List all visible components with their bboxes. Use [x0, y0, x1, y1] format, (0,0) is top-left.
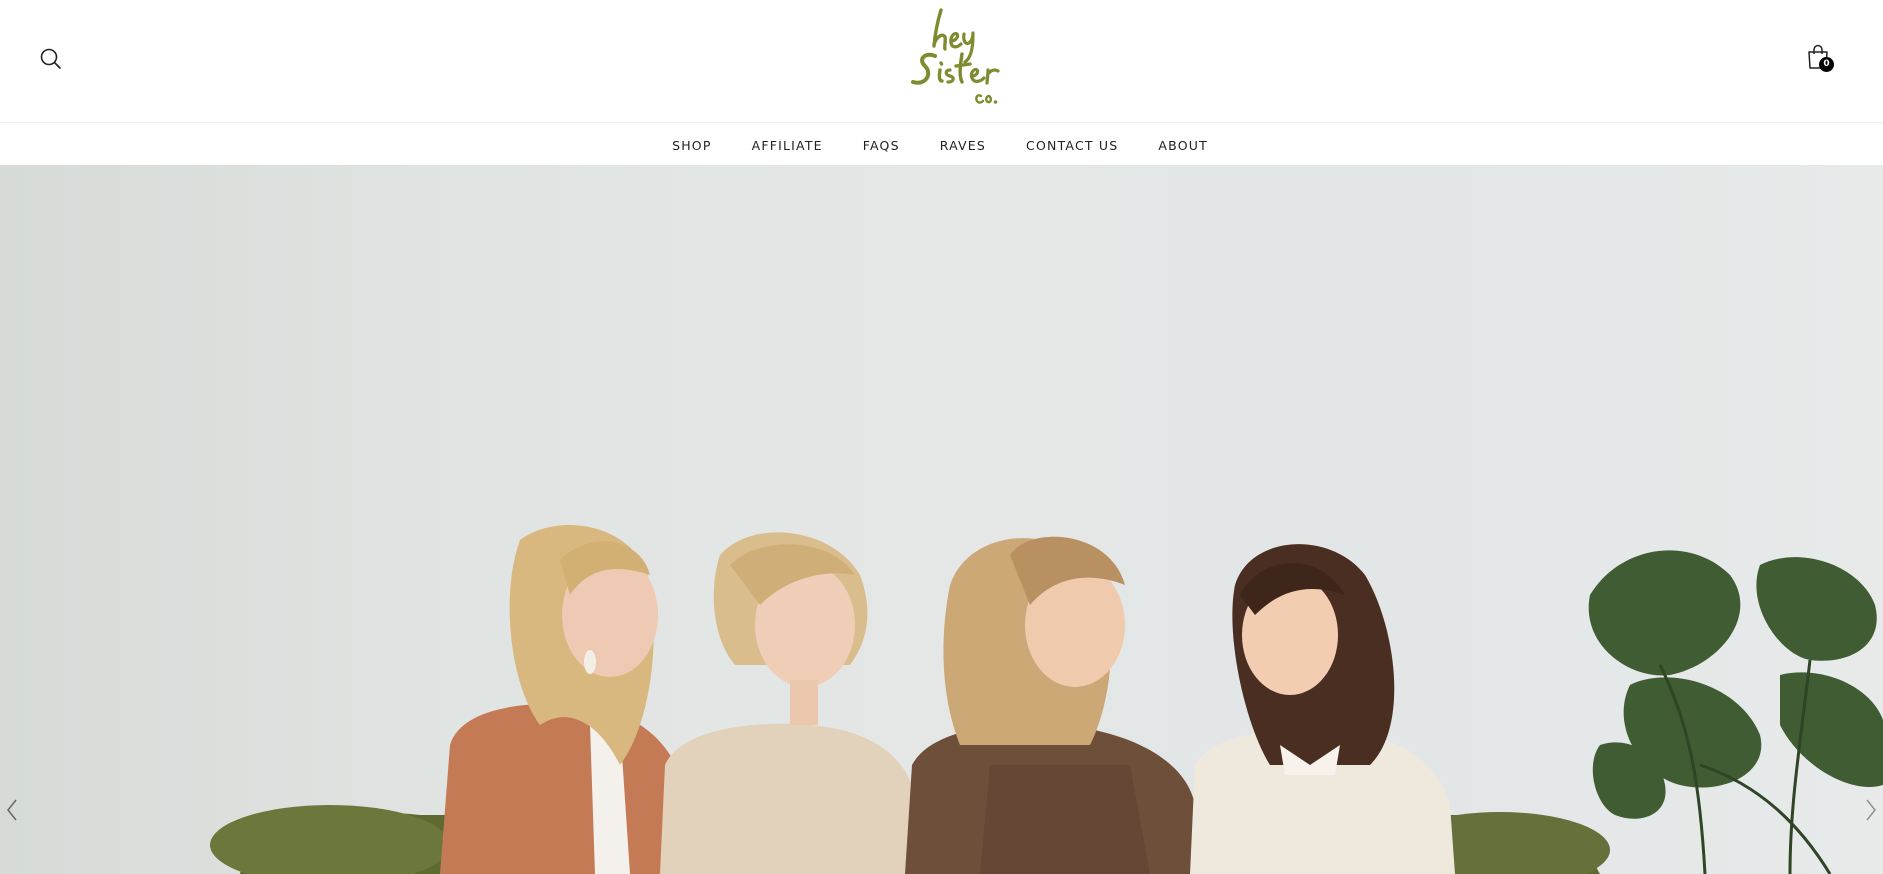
search-icon — [40, 48, 61, 69]
nav-link-about[interactable]: ABOUT — [1138, 138, 1228, 153]
nav-item-affiliate: AFFILIATE — [732, 135, 843, 154]
chevron-right-icon — [1866, 799, 1876, 821]
nav-list: SHOP AFFILIATE FAQS RAVES CONTACT US ABO… — [652, 135, 1228, 154]
nav-item-shop: SHOP — [652, 135, 732, 154]
cart-count-badge: 0 — [1819, 57, 1834, 72]
search-button[interactable] — [38, 46, 64, 72]
nav-item-raves: RAVES — [920, 135, 1006, 154]
slider-next-button[interactable] — [1843, 780, 1883, 840]
nav-link-shop[interactable]: SHOP — [652, 138, 732, 153]
hey-sister-logo — [911, 8, 1000, 104]
hero-image — [210, 525, 1883, 874]
nav-item-contact-us: CONTACT US — [1006, 135, 1138, 154]
main-navigation: SHOP AFFILIATE FAQS RAVES CONTACT US ABO… — [0, 124, 1883, 164]
site-header: 0 — [0, 0, 1883, 123]
nav-link-faqs[interactable]: FAQS — [843, 138, 920, 153]
nav-item-about: ABOUT — [1138, 135, 1228, 154]
chevron-left-icon — [7, 799, 17, 821]
slider-prev-button[interactable] — [0, 780, 40, 840]
cart-button[interactable]: 0 — [1806, 44, 1836, 74]
brand-logo[interactable] — [905, 4, 1017, 112]
nav-link-raves[interactable]: RAVES — [920, 138, 1006, 153]
nav-link-affiliate[interactable]: AFFILIATE — [732, 138, 843, 153]
hero-slideshow — [0, 165, 1883, 874]
nav-item-faqs: FAQS — [843, 135, 920, 154]
nav-link-contact-us[interactable]: CONTACT US — [1006, 138, 1138, 153]
